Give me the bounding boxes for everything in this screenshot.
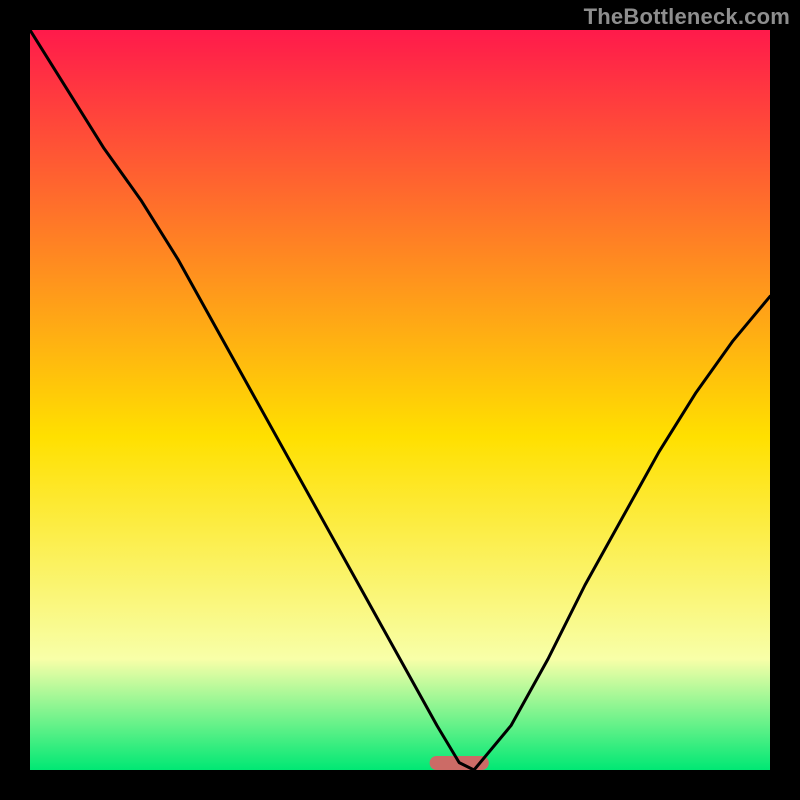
watermark-text: TheBottleneck.com <box>584 4 790 30</box>
bottleneck-chart <box>30 30 770 770</box>
chart-frame: TheBottleneck.com <box>0 0 800 800</box>
